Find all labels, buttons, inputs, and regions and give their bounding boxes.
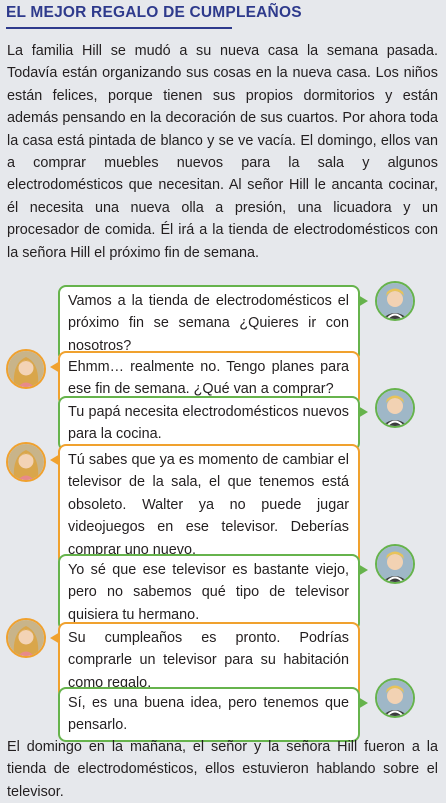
page-title: El mejor regalo de cumpleaños [6,4,302,21]
girl-avatar-icon [6,442,46,482]
girl-avatar-icon [6,618,46,658]
boy-avatar-icon [375,281,415,321]
intro-paragraph: La familia Hill se mudó a su nueva casa … [7,43,438,261]
boy-avatar-icon [375,544,415,584]
girl-avatar-icon [6,349,46,389]
dialogue-bubble-5: Yo sé que ese televisor es bastante viej… [58,554,368,632]
boy-avatar-icon [375,678,415,718]
dialogue-bubble-3: Tu papá necesita electrodomésticos nuevo… [58,396,368,451]
dialogue-bubble-4: Tú sabes que ya es momento de cambiar el… [50,444,360,567]
title-underline [6,27,232,29]
dialogue-bubble-7: Sí, es una buena idea, pero tenemos que … [58,687,368,742]
boy-avatar-icon [375,388,415,428]
outro-paragraph: El domingo en la mañana, el señor y la s… [7,739,438,800]
